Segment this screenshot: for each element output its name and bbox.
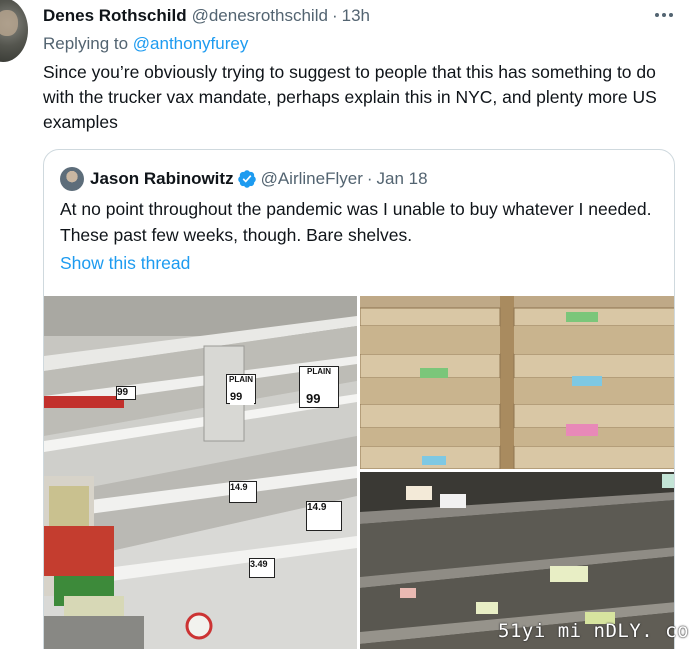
separator-dot: · <box>331 6 338 25</box>
replying-to: Replying to @anthonyfurey <box>43 34 248 54</box>
tweet-timestamp[interactable]: 13h <box>342 6 370 26</box>
price-tag: 99 <box>116 386 136 400</box>
dairy-shelves-illustration <box>44 296 357 649</box>
quoted-separator-dot: · <box>366 169 373 188</box>
price-tag: 14.9 <box>229 481 257 503</box>
quoted-author-avatar <box>60 167 84 191</box>
tweet-text: Since you’re obviously trying to suggest… <box>43 62 657 132</box>
more-options-icon[interactable] <box>650 4 678 26</box>
quoted-tweet-card[interactable]: Jason Rabinowitz @AirlineFlyer · Jan 18 … <box>43 149 675 649</box>
wooden-shelves-illustration <box>360 296 674 469</box>
price-tag: 3.49 <box>249 558 275 578</box>
replying-handle-link[interactable]: @anthonyfurey <box>133 34 249 53</box>
watermark: 51yi mi nDLY. co <box>498 620 689 642</box>
author-handle[interactable]: @denesrothschild <box>192 6 328 26</box>
quoted-author-name: Jason Rabinowitz <box>90 169 234 188</box>
photo-dairy-shelves[interactable]: 99 PLAIN 99 PLAIN 99 14.9 14.9 3.49 <box>44 296 357 649</box>
photo-grid: 99 PLAIN 99 PLAIN 99 14.9 14.9 3.49 <box>44 296 674 649</box>
tweet-header: Denes Rothschild @denesrothschild · 13h <box>43 5 370 27</box>
author-avatar[interactable] <box>0 0 28 62</box>
quoted-date: Jan 18 <box>376 169 428 188</box>
show-thread-link[interactable]: Show this thread <box>60 253 190 274</box>
quoted-text: At no point throughout the pandemic was … <box>60 199 652 245</box>
author-name[interactable]: Denes Rothschild <box>43 6 187 26</box>
avatar-face <box>0 10 18 36</box>
price-tag: 99 <box>230 391 254 405</box>
photo-wooden-shelves[interactable] <box>360 296 674 469</box>
quoted-header: Jason Rabinowitz @AirlineFlyer · Jan 18 <box>60 167 428 191</box>
verified-badge-icon <box>237 170 256 188</box>
quoted-author-handle: @AirlineFlyer <box>260 169 363 188</box>
price-tag: 99 <box>306 391 334 407</box>
replying-label: Replying to <box>43 34 129 53</box>
price-tag: 14.9 <box>306 501 342 531</box>
